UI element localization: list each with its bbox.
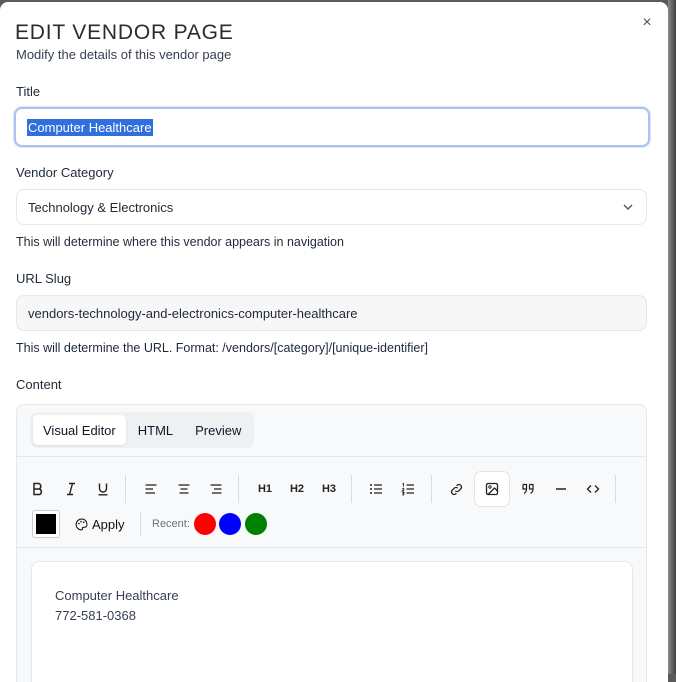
align-right-button[interactable]	[206, 473, 226, 505]
bullet-list-icon	[370, 484, 382, 494]
category-select[interactable]: Technology & Electronics	[16, 189, 647, 225]
toolbar-divider	[125, 475, 126, 503]
underline-icon	[98, 483, 108, 496]
heading-2-icon: H2	[289, 483, 305, 495]
align-left-icon	[145, 484, 157, 494]
current-color-fill	[36, 514, 56, 534]
heading-3-button[interactable]: H3	[318, 473, 340, 505]
editor-tabs: Visual Editor HTML Preview	[30, 412, 255, 448]
insert-image-button[interactable]	[474, 471, 510, 507]
recent-colors-label: Recent:	[152, 518, 190, 530]
slug-input-value: vendors-technology-and-electronics-compu…	[28, 305, 358, 321]
code-icon	[586, 485, 600, 493]
tab-visual-editor[interactable]: Visual Editor	[33, 415, 126, 445]
toolbar-divider-bottom	[17, 547, 646, 548]
heading-1-button[interactable]: H1	[254, 473, 276, 505]
slug-input[interactable]: vendors-technology-and-electronics-compu…	[16, 295, 647, 331]
heading-2-button[interactable]: H2	[286, 473, 308, 505]
edit-vendor-dialog: × EDIT VENDOR PAGE Modify the details of…	[0, 2, 668, 682]
tabs-divider	[17, 456, 646, 457]
numbered-list-button[interactable]	[398, 473, 418, 505]
link-icon	[450, 483, 462, 495]
dialog-subtitle: Modify the details of this vendor page	[16, 47, 232, 62]
bold-button[interactable]	[28, 473, 48, 505]
category-label: Vendor Category	[16, 165, 114, 180]
editor-content-area[interactable]: Computer Healthcare 772-581-0368	[31, 561, 633, 682]
quote-icon	[522, 483, 534, 495]
blockquote-button[interactable]	[518, 473, 538, 505]
dialog-title: EDIT VENDOR PAGE	[15, 21, 234, 44]
content-line: Computer Healthcare	[55, 588, 179, 603]
recent-color-green[interactable]	[245, 513, 267, 535]
title-input-value: Computer Healthcare	[27, 118, 153, 136]
toolbar-divider	[238, 475, 239, 503]
content-label: Content	[16, 377, 62, 392]
slug-label: URL Slug	[16, 271, 72, 286]
insert-link-button[interactable]	[446, 473, 466, 505]
tab-preview[interactable]: Preview	[185, 415, 251, 445]
image-icon	[485, 482, 499, 496]
toolbar-divider	[615, 475, 616, 503]
italic-icon	[67, 482, 75, 496]
italic-button[interactable]	[61, 473, 81, 505]
tab-html[interactable]: HTML	[128, 415, 183, 445]
underline-button[interactable]	[93, 473, 113, 505]
recent-color-red[interactable]	[194, 513, 216, 535]
align-right-icon	[210, 484, 222, 494]
align-left-button[interactable]	[141, 473, 161, 505]
apply-label: Apply	[92, 516, 125, 532]
align-center-button[interactable]	[174, 473, 194, 505]
category-help: This will determine where this vendor ap…	[16, 235, 344, 249]
palette-icon	[75, 518, 88, 530]
code-button[interactable]	[583, 473, 603, 505]
recent-color-blue[interactable]	[219, 513, 241, 535]
chevron-down-icon	[623, 204, 633, 210]
heading-3-icon: H3	[321, 483, 337, 495]
apply-color-button[interactable]: Apply	[75, 514, 125, 534]
title-input[interactable]: Computer Healthcare	[14, 107, 650, 147]
backdrop-edge	[668, 0, 676, 674]
current-color-swatch[interactable]	[32, 510, 60, 538]
toolbar-divider	[351, 475, 352, 503]
title-label: Title	[16, 84, 41, 99]
numbered-list-icon	[401, 482, 414, 496]
align-center-icon	[178, 484, 190, 494]
close-icon[interactable]: ×	[638, 14, 656, 32]
horizontal-rule-button[interactable]	[551, 473, 571, 505]
toolbar-divider	[140, 512, 141, 536]
category-select-value: Technology & Electronics	[28, 199, 174, 215]
slug-help: This will determine the URL. Format: /ve…	[16, 341, 428, 355]
rich-text-editor: Visual Editor HTML Preview H1 H2 H3 Appl…	[16, 404, 647, 682]
horizontal-rule-icon	[556, 488, 566, 490]
bullet-list-button[interactable]	[366, 473, 386, 505]
content-line: 772-581-0368	[55, 608, 136, 623]
toolbar-divider	[431, 475, 432, 503]
bold-icon	[33, 482, 43, 496]
heading-1-icon: H1	[257, 483, 273, 495]
